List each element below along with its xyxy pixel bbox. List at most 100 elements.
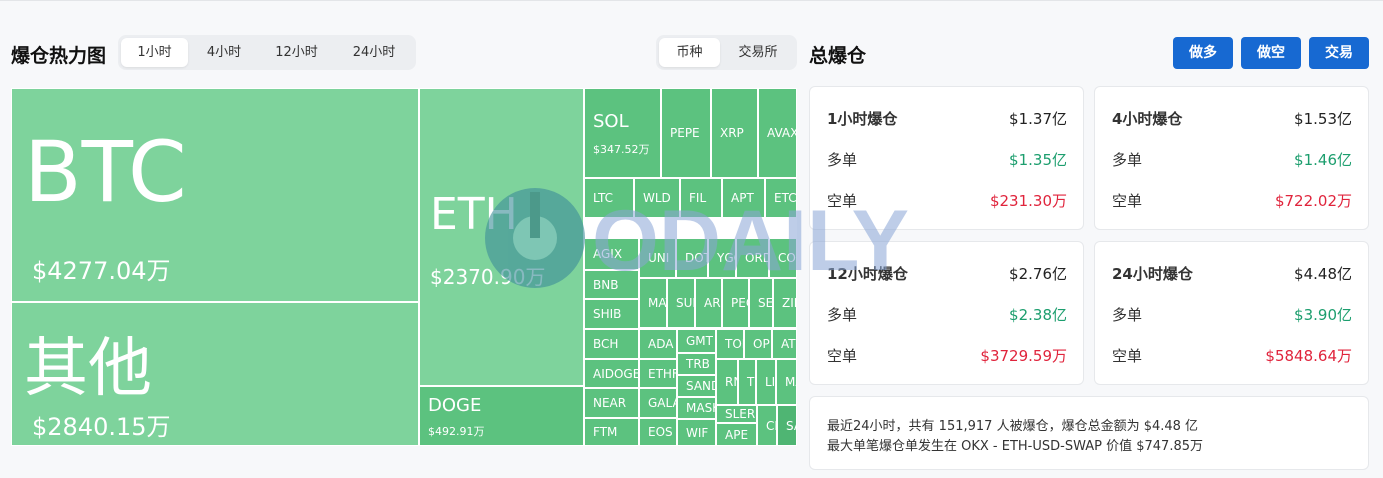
treemap-cell-tia[interactable]: TIA xyxy=(738,359,756,405)
treemap-cell-agix[interactable]: AGIX xyxy=(584,238,639,270)
stat-total: $2.76亿 xyxy=(1009,265,1067,283)
treemap-cell-etc[interactable]: ETC xyxy=(765,178,797,218)
treemap-cell-matic[interactable]: MATIC xyxy=(639,278,667,328)
short-value: $5848.64万 xyxy=(1265,347,1352,365)
treemap-cell-label: MATIC xyxy=(648,296,666,310)
treemap-cell-label: XRP xyxy=(720,126,744,140)
tab-4h[interactable]: 4小时 xyxy=(190,38,258,67)
treemap-cell-label: RNDR xyxy=(725,375,737,389)
long-label: 多单 xyxy=(1112,306,1143,324)
treemap-cell-ordi[interactable]: ORDI xyxy=(736,238,769,278)
treemap-cell-ygg[interactable]: YGG xyxy=(708,238,736,278)
treemap-cell-mask[interactable]: MASK xyxy=(677,397,716,419)
treemap-cell-avax[interactable]: AVAX xyxy=(758,88,797,178)
treemap-cell-wif[interactable]: WIF xyxy=(677,419,716,446)
treemap-cell-label: AIDOGE xyxy=(593,366,639,381)
treemap-cell-label: 其他 xyxy=(24,332,152,406)
treemap-cell-atom[interactable]: ATOM xyxy=(772,329,797,359)
long-button[interactable]: 做多 xyxy=(1173,37,1233,69)
treemap-cell-label: DOT xyxy=(685,251,707,265)
treemap-cell-label: AGIX xyxy=(593,247,623,261)
treemap-cell-ethfi[interactable]: ETHFI xyxy=(639,359,677,388)
treemap-cell-label: WLD xyxy=(643,191,671,205)
tab-exchange[interactable]: 交易所 xyxy=(722,38,794,67)
treemap-cell-bch[interactable]: BCH xyxy=(584,329,639,359)
treemap-cell-shib[interactable]: SHIB xyxy=(584,299,639,329)
treemap-cell-label: BNB xyxy=(593,277,619,292)
treemap-cell-near[interactable]: NEAR xyxy=(584,388,639,418)
treemap-cell-label: CRV xyxy=(766,418,776,433)
treemap-cell-label: ETHFI xyxy=(648,366,676,381)
treemap-cell-label: ETC xyxy=(774,191,797,205)
treemap-cell-sats[interactable]: SATS xyxy=(777,405,797,446)
short-value: $722.02万 xyxy=(1274,192,1352,210)
treemap-cell-wld[interactable]: WLD xyxy=(634,178,680,218)
treemap-cell-eth[interactable]: ETH $2370.90万 xyxy=(419,88,584,386)
treemap-cell-people[interactable]: PEOPLE xyxy=(722,278,749,328)
treemap-cell-manta[interactable]: MANTA xyxy=(776,359,797,405)
treemap-cell-ltc[interactable]: LTC xyxy=(584,178,634,218)
treemap-cell-label: TIA xyxy=(747,375,755,389)
treemap-cell-rndr[interactable]: RNDR xyxy=(716,359,738,405)
treemap-cell-ftm[interactable]: FTM xyxy=(584,418,639,446)
stat-total: $1.53亿 xyxy=(1294,110,1352,128)
treemap-cell-slerf[interactable]: SLERF xyxy=(716,405,757,423)
treemap-cell-label: FTM xyxy=(593,425,618,439)
treemap-cell-aidoge[interactable]: AIDOGE xyxy=(584,359,639,388)
liquidation-treemap: BTC $4277.04万 其他 $2840.15万 ETH $2370.90万 DOGE $… xyxy=(11,88,797,446)
summary-card: 最近24小时，共有 151,917 人被爆仓，爆仓总金额为 $4.48 亿 最大… xyxy=(809,396,1369,470)
treemap-cell-value: $4277.04万 xyxy=(32,257,171,285)
treemap-cell-zil[interactable]: ZIL xyxy=(773,278,797,328)
treemap-cell-sui[interactable]: SUI xyxy=(667,278,695,328)
tab-24h[interactable]: 24小时 xyxy=(335,38,413,67)
treemap-cell-sol[interactable]: SOL $347.52万 xyxy=(584,88,661,178)
treemap-cell-xrp[interactable]: XRP xyxy=(711,88,758,178)
treemap-cell-link[interactable]: LINK xyxy=(756,359,776,405)
treemap-cell-label: SATS xyxy=(786,418,796,433)
treemap-cell-bnb[interactable]: BNB xyxy=(584,270,639,299)
treemap-cell-arb[interactable]: ARB xyxy=(695,278,722,328)
treemap-cell-value: $2370.90万 xyxy=(430,265,546,289)
treemap-cell-doge[interactable]: DOGE $492.91万 xyxy=(419,386,584,446)
treemap-cell-label: YGG xyxy=(717,251,735,265)
treemap-cell-op[interactable]: OP xyxy=(744,329,772,359)
treemap-cell-core[interactable]: CORE xyxy=(769,238,797,278)
treemap-cell-label: PEOPLE xyxy=(731,296,748,310)
treemap-cell-other[interactable]: 其他 $2840.15万 xyxy=(11,302,419,446)
treemap-cell-fil[interactable]: FIL xyxy=(680,178,722,218)
summary-line-1: 最近24小时，共有 151,917 人被爆仓，爆仓总金额为 $4.48 亿 xyxy=(827,419,1199,434)
treemap-cell-sei[interactable]: SEI xyxy=(749,278,773,328)
treemap-cell-apt[interactable]: APT xyxy=(722,178,765,218)
long-label: 多单 xyxy=(827,306,858,324)
top-divider xyxy=(0,0,1383,1)
total-liquidation-title: 总爆仓 xyxy=(809,45,867,67)
treemap-cell-uni[interactable]: UNI xyxy=(639,238,676,278)
treemap-cell-ton[interactable]: TON xyxy=(716,329,744,359)
treemap-cell-ape[interactable]: APE xyxy=(716,423,757,446)
treemap-cell-label: MASK xyxy=(686,401,715,415)
short-button[interactable]: 做空 xyxy=(1241,37,1301,69)
treemap-cell-label: EOS xyxy=(648,425,673,439)
treemap-cell-pepe[interactable]: PEPE xyxy=(661,88,711,178)
stat-card-1h: 1小时爆仓 $1.37亿 多单 $1.35亿 空单 $231.30万 xyxy=(809,86,1084,230)
treemap-cell-label: SEI xyxy=(758,296,773,310)
treemap-cell-btc[interactable]: BTC $4277.04万 xyxy=(11,88,419,302)
tab-1h[interactable]: 1小时 xyxy=(121,38,188,67)
treemap-cell-label: ORDI xyxy=(745,251,768,265)
treemap-cell-label: ETH xyxy=(430,189,518,240)
tab-12h[interactable]: 12小时 xyxy=(260,38,333,67)
tab-coin[interactable]: 币种 xyxy=(659,38,720,67)
long-value: $3.90亿 xyxy=(1294,306,1352,324)
stat-card-12h: 12小时爆仓 $2.76亿 多单 $2.38亿 空单 $3729.59万 xyxy=(809,241,1084,385)
treemap-cell-dot[interactable]: DOT xyxy=(676,238,708,278)
treemap-cell-sand[interactable]: SAND xyxy=(677,375,716,397)
treemap-cell-gala[interactable]: GALA xyxy=(639,388,677,418)
treemap-cell-ada[interactable]: ADA xyxy=(639,329,677,359)
treemap-cell-eos[interactable]: EOS xyxy=(639,418,677,446)
long-label: 多单 xyxy=(1112,151,1143,169)
treemap-cell-gmt[interactable]: GMT xyxy=(677,329,716,353)
trade-button[interactable]: 交易 xyxy=(1309,37,1369,69)
treemap-cell-trb[interactable]: TRB xyxy=(677,353,716,375)
treemap-cell-crv[interactable]: CRV xyxy=(757,405,777,446)
treemap-cell-label: SOL xyxy=(593,111,629,132)
